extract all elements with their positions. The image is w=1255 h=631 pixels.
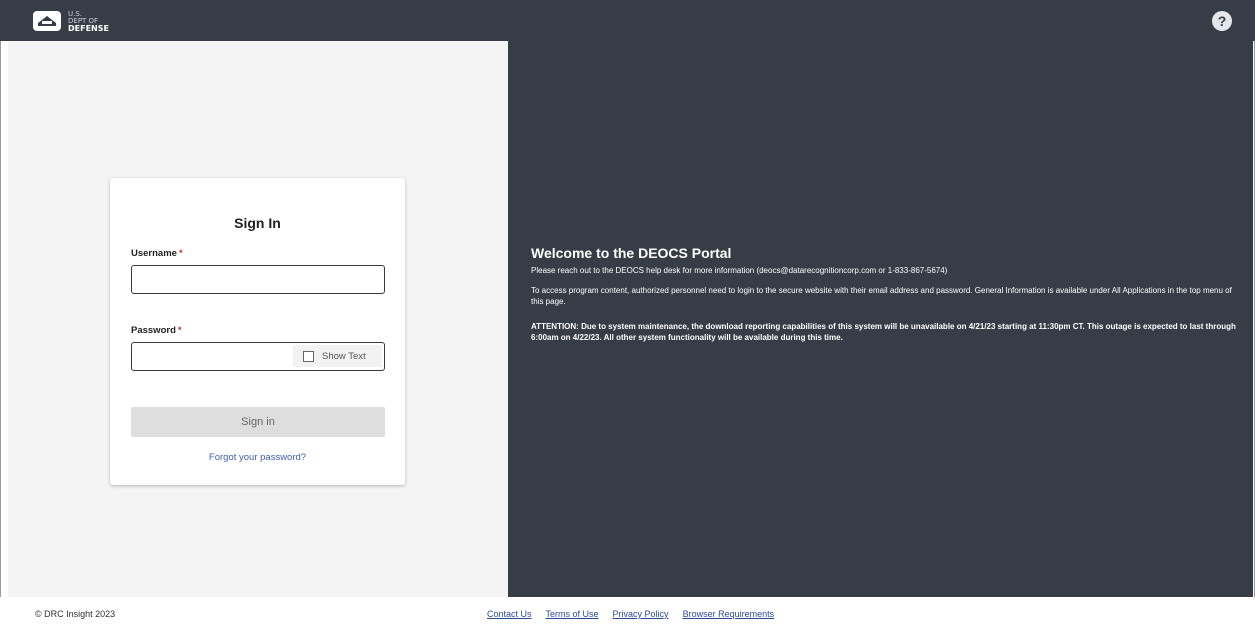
welcome-title: Welcome to the DEOCS Portal (531, 245, 732, 261)
signin-card: Sign In Username * Password * Show Text Si… (110, 178, 405, 485)
help-desk-text: Please reach out to the DEOCS help desk … (531, 266, 948, 275)
show-text-label: Show Text (322, 350, 366, 362)
copyright-text: © DRC Insight 2023 (35, 609, 116, 619)
attention-notice: ATTENTION: Due to system maintenance, th… (531, 322, 1236, 342)
username-label: Username * (131, 248, 183, 259)
access-info-text: To access program content, authorized pe… (531, 286, 1232, 306)
required-mark: * (178, 248, 183, 259)
required-mark: * (177, 325, 182, 336)
forgot-password-link[interactable]: Forgot your password? (110, 452, 405, 463)
checkbox-icon[interactable] (303, 350, 314, 362)
top-bar: U.S. DEPT OF DEFENSE ? (0, 0, 1255, 41)
signin-title: Sign In (234, 215, 281, 231)
password-field[interactable]: Show Text (131, 342, 385, 371)
browser-requirements-link[interactable]: Browser Requirements (683, 609, 775, 619)
show-text-toggle[interactable]: Show Text (293, 345, 382, 367)
logo-text: U.S. DEPT OF DEFENSE (68, 10, 109, 33)
terms-of-use-link[interactable]: Terms of Use (546, 609, 599, 619)
password-label-text: Password (131, 325, 176, 336)
question-circle-icon: ? (1217, 13, 1227, 29)
pentagon-seal-icon (32, 10, 62, 32)
signin-panel: Sign In Username * Password * Show Text Si… (8, 41, 508, 597)
logo-line-3: DEFENSE (68, 23, 109, 33)
help-button[interactable]: ? (1212, 11, 1232, 31)
contact-us-link[interactable]: Contact Us (487, 609, 532, 619)
welcome-content: Welcome to the DEOCS Portal Please reach… (531, 245, 1246, 343)
signin-button[interactable]: Sign in (131, 407, 385, 437)
footer-links: Contact Us Terms of Use Privacy Policy B… (487, 609, 774, 619)
footer: © DRC Insight 2023 Contact Us Terms of U… (0, 597, 1255, 631)
username-label-text: Username (131, 248, 177, 259)
dod-logo[interactable]: U.S. DEPT OF DEFENSE (32, 8, 109, 34)
password-label: Password * (131, 325, 182, 336)
welcome-panel: Welcome to the DEOCS Portal Please reach… (508, 41, 1253, 597)
username-field[interactable] (131, 265, 385, 294)
privacy-policy-link[interactable]: Privacy Policy (613, 609, 669, 619)
